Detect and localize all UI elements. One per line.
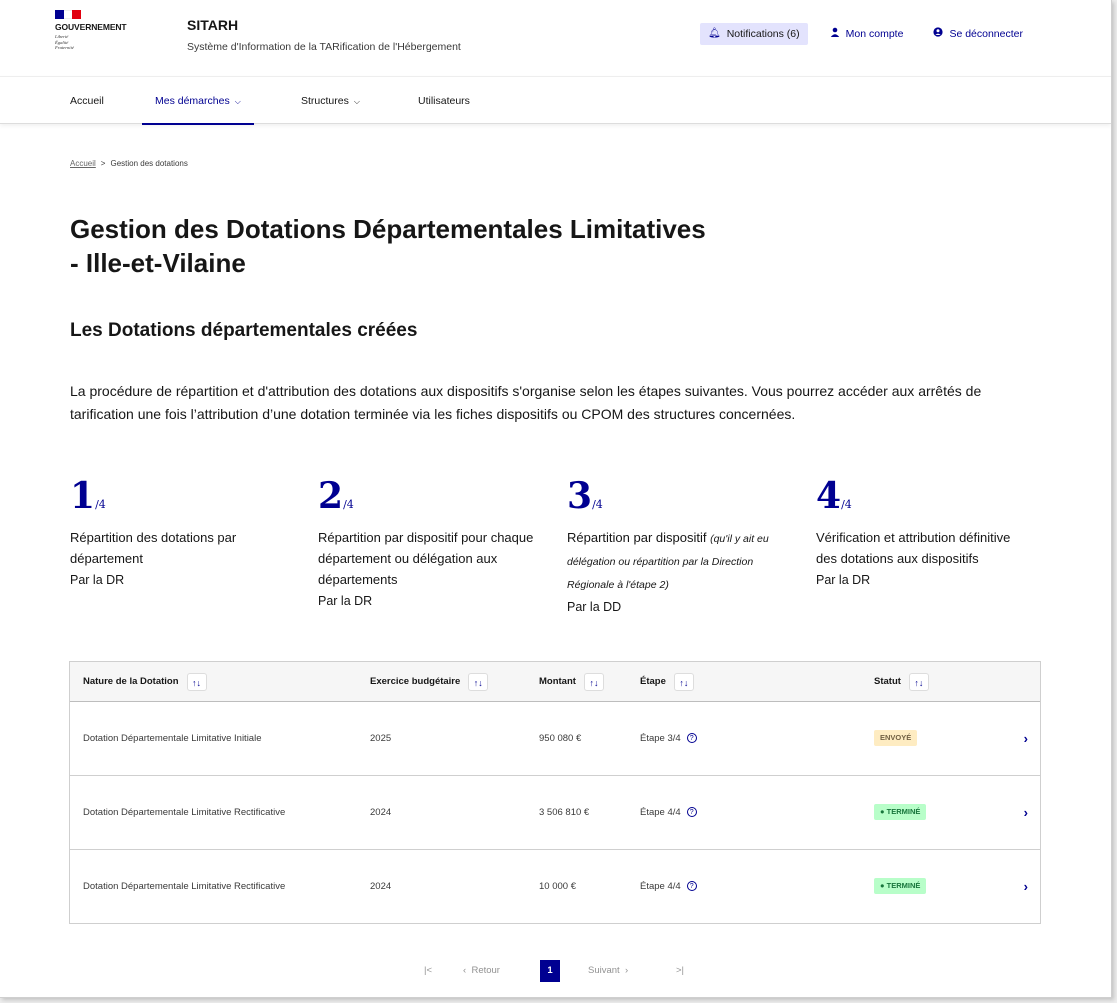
french-flag-icon [55,10,82,19]
cell-exercice: 2024 [370,807,392,818]
breadcrumb-home-link[interactable]: Accueil [70,159,96,168]
page-1-button[interactable]: 1 [540,960,560,982]
step-4: 4/4 Vérification et attribution définiti… [816,478,1041,587]
check-circle-icon: ● [880,807,885,817]
table-row[interactable]: Dotation Départementale Limitative Recti… [70,776,1040,850]
sort-icon[interactable]: ↑↓ [583,673,604,691]
step-actor: Par la DR [70,573,125,587]
section-title: Les Dotations départementales créées [70,320,418,341]
logout-label: Se déconnecter [949,27,1023,40]
sort-icon[interactable]: ↑↓ [908,673,929,691]
help-icon[interactable]: ? [686,733,697,744]
check-circle-icon: ● [880,881,885,891]
step-2: 2/4 Répartition par dispositif pour chaq… [318,478,543,608]
cell-statut: ● TERMINÉ [874,850,927,924]
help-icon[interactable]: ? [686,881,697,892]
service-title: SITARH Système d'Information de la TARif… [187,17,461,53]
intro-paragraph: La procédure de répartition et d'attribu… [70,383,982,422]
cell-etape: Étape 4/4? [640,776,697,850]
step-actor: Par la DD [567,600,622,614]
cell-nature: Dotation Départementale Limitative Initi… [83,733,262,744]
chevron-right-icon[interactable]: › [1024,850,1028,924]
last-page-button[interactable]: >| [676,960,684,982]
cell-etape: Étape 3/4? [640,702,697,776]
table-row[interactable]: Dotation Départementale Limitative Initi… [70,702,1040,776]
chevron-left-icon: ‹ [463,965,467,976]
step-number: 2/4 [318,475,354,517]
status-badge: ENVOYÉ [874,730,918,747]
app-window: GOUVERNEMENT Liberté Égalité Fraternité … [0,0,1112,998]
chevron-right-icon[interactable]: › [1024,702,1028,776]
nav-item-mes-demarches[interactable]: Mes démarches ⌵ [142,77,254,125]
nav-item-accueil[interactable]: Accueil [70,77,104,125]
table-row[interactable]: Dotation Départementale Limitative Recti… [70,850,1040,924]
status-badge: ● TERMINÉ [874,878,927,895]
chevron-right-icon[interactable]: › [1024,776,1028,850]
sort-icon[interactable]: ↑↓ [673,673,694,691]
cell-statut: ENVOYÉ [874,702,918,776]
step-3: 3/4 Répartition par dispositif (qu'il y … [567,478,792,614]
government-logo[interactable]: GOUVERNEMENT Liberté Égalité Fraternité [55,10,165,51]
help-icon[interactable]: ? [686,807,697,818]
breadcrumb: Accueil > Gestion des dotations [70,159,188,168]
chevron-down-icon: ⌵ [353,97,360,106]
user-icon [830,27,840,40]
cell-montant: 3 506 810 € [539,807,590,818]
cell-nature: Dotation Départementale Limitative Recti… [83,807,286,818]
sort-icon[interactable]: ↑↓ [186,673,207,691]
main-navigation: Accueil Mes démarches ⌵ Structures ⌵ Utili… [0,76,1111,125]
cell-montant: 10 000 € [539,881,576,892]
sort-icon[interactable]: ↑↓ [468,673,489,691]
cell-nature: Dotation Départementale Limitative Recti… [83,881,286,892]
column-header-nature: Nature de la Dotation ↑↓ [83,662,207,702]
column-header-exercice: Exercice budgétaire ↑↓ [370,662,489,702]
column-header-montant: Montant ↑↓ [539,662,604,702]
cell-statut: ● TERMINÉ [874,776,927,850]
cell-montant: 950 080 € [539,733,582,744]
step-description: Répartition par dispositif pour chaque d… [318,530,534,587]
step-description: Vérification et attribution définitive d… [816,530,1011,566]
chevron-down-icon: ⌵ [234,97,241,106]
logout-link[interactable]: Se déconnecter [925,22,1031,45]
column-header-etape: Étape ↑↓ [640,662,694,702]
nav-item-structures[interactable]: Structures ⌵ [301,77,360,125]
step-number: 3/4 [567,475,603,517]
cell-exercice: 2025 [370,733,392,744]
account-label: Mon compte [845,27,904,40]
logout-icon [933,27,944,40]
service-name[interactable]: SITARH [187,17,461,33]
nav-item-utilisateurs[interactable]: Utilisateurs [418,77,470,125]
notifications-button[interactable]: 🔔︎ Notifications (6) [700,22,808,45]
page-title: Gestion des Dotations Départementales Li… [70,214,706,278]
breadcrumb-separator: > [100,159,106,168]
previous-page-button[interactable]: ‹ Retour [463,960,500,982]
account-link[interactable]: Mon compte [822,22,912,45]
table-header: Nature de la Dotation ↑↓ Exercice budgéta… [70,662,1040,702]
header-tools: 🔔︎ Notifications (6) Mon compte Se décon… [700,22,1031,45]
breadcrumb-current: Gestion des dotations [110,159,188,168]
government-name: GOUVERNEMENT [55,22,127,32]
bell-icon: 🔔︎ [708,27,721,39]
next-page-button[interactable]: Suivant › [588,960,628,982]
pagination: |< ‹ Retour 1 Suivant › >| [0,960,1111,982]
step-actor: Par la DR [816,573,871,587]
chevron-right-icon: › [624,965,629,976]
status-badge: ● TERMINÉ [874,804,927,821]
step-description: Répartition des dotations par départemen… [70,530,237,566]
service-tagline: Système d'Information de la TARification… [187,41,461,53]
step-number: 4/4 [816,475,852,517]
step-number: 1/4 [70,475,106,517]
notifications-label: Notifications (6) [726,27,800,40]
step-description: Répartition par dispositif (qu'il y ait … [567,530,769,591]
cell-exercice: 2024 [370,881,392,892]
first-page-button[interactable]: |< [424,960,432,982]
cell-etape: Étape 4/4? [640,850,697,924]
site-header: GOUVERNEMENT Liberté Égalité Fraternité … [0,0,1111,76]
step-actor: Par la DR [318,594,373,608]
step-1: 1/4 Répartition des dotations par départ… [70,478,295,587]
republic-motto: Liberté Égalité Fraternité [55,34,74,50]
column-header-statut: Statut ↑↓ [874,662,929,702]
dotations-table: Nature de la Dotation ↑↓ Exercice budgéta… [69,661,1041,924]
